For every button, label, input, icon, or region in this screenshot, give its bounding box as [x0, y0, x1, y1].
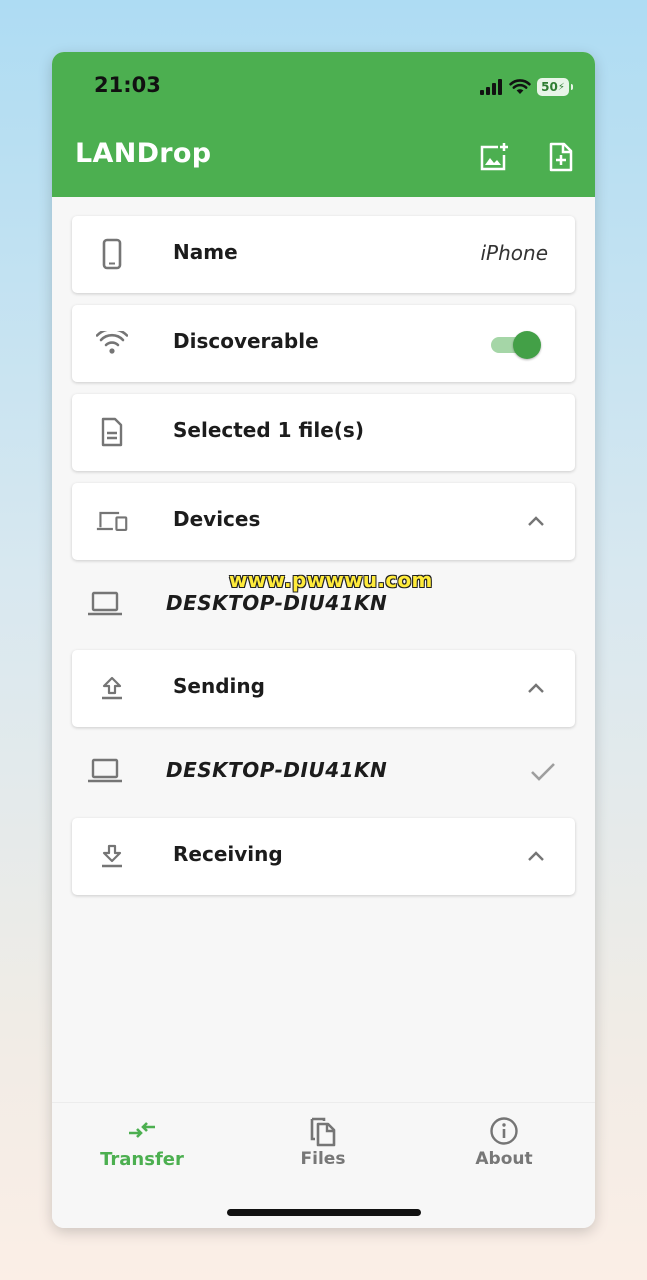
status-indicators: 50 ⚡	[479, 76, 573, 98]
add-file-icon	[549, 142, 573, 172]
nav-about-label: About	[475, 1149, 533, 1169]
name-value: iPhone	[480, 241, 548, 265]
info-icon	[488, 1115, 520, 1147]
upload-icon	[96, 672, 128, 704]
toggle-thumb	[513, 331, 541, 359]
nav-transfer[interactable]: Transfer	[82, 1115, 202, 1175]
add-photo-button[interactable]	[477, 140, 511, 174]
battery-indicator: 50 ⚡	[537, 78, 573, 96]
phone-icon	[96, 238, 128, 270]
receiving-label: Receiving	[173, 842, 283, 866]
app-bar: 21:03 50 ⚡ LANDrop	[52, 52, 595, 197]
selected-files-card[interactable]: Selected 1 file(s)	[72, 394, 575, 471]
sending-section-header[interactable]: Sending	[72, 650, 575, 727]
watermark: www.pwwwu.com	[229, 568, 433, 592]
add-file-button[interactable]	[544, 140, 578, 174]
status-time: 21:03	[94, 73, 161, 97]
nav-transfer-label: Transfer	[100, 1149, 184, 1170]
name-label: Name	[173, 240, 238, 264]
phone-screen: 21:03 50 ⚡ LANDrop Name iPhone Discovera…	[52, 52, 595, 1228]
sending-device-name: DESKTOP-DIU41KN	[166, 758, 388, 782]
nav-files[interactable]: Files	[263, 1115, 383, 1175]
discoverable-toggle[interactable]	[489, 331, 541, 359]
document-icon	[96, 416, 128, 448]
app-title: LANDrop	[75, 138, 212, 169]
devices-label: Devices	[173, 507, 261, 531]
discoverable-label: Discoverable	[173, 329, 319, 353]
name-card[interactable]: Name iPhone	[72, 216, 575, 293]
battery-level: 50	[541, 80, 558, 94]
device-name: DESKTOP-DIU41KN	[166, 591, 388, 615]
devices-icon	[96, 505, 128, 537]
add-photo-icon	[480, 143, 508, 171]
laptop-icon	[88, 589, 122, 619]
receiving-section-header[interactable]: Receiving	[72, 818, 575, 895]
laptop-icon	[88, 756, 122, 786]
checkmark-icon	[531, 763, 555, 781]
nav-about[interactable]: About	[444, 1115, 564, 1175]
home-indicator[interactable]	[227, 1209, 421, 1216]
chevron-up-icon[interactable]	[525, 510, 547, 532]
wifi-icon	[96, 327, 128, 359]
cellular-signal-icon	[480, 79, 502, 95]
selected-files-label: Selected 1 file(s)	[173, 418, 364, 442]
chevron-up-icon[interactable]	[525, 677, 547, 699]
wifi-status-icon	[509, 79, 531, 94]
sending-label: Sending	[173, 674, 265, 698]
transfer-icon	[126, 1115, 158, 1147]
chevron-up-icon[interactable]	[525, 845, 547, 867]
discoverable-card[interactable]: Discoverable	[72, 305, 575, 382]
files-icon	[307, 1115, 339, 1147]
devices-section-header[interactable]: Devices	[72, 483, 575, 560]
nav-files-label: Files	[300, 1149, 346, 1169]
download-icon	[96, 840, 128, 872]
sending-item[interactable]: DESKTOP-DIU41KN	[52, 742, 595, 802]
